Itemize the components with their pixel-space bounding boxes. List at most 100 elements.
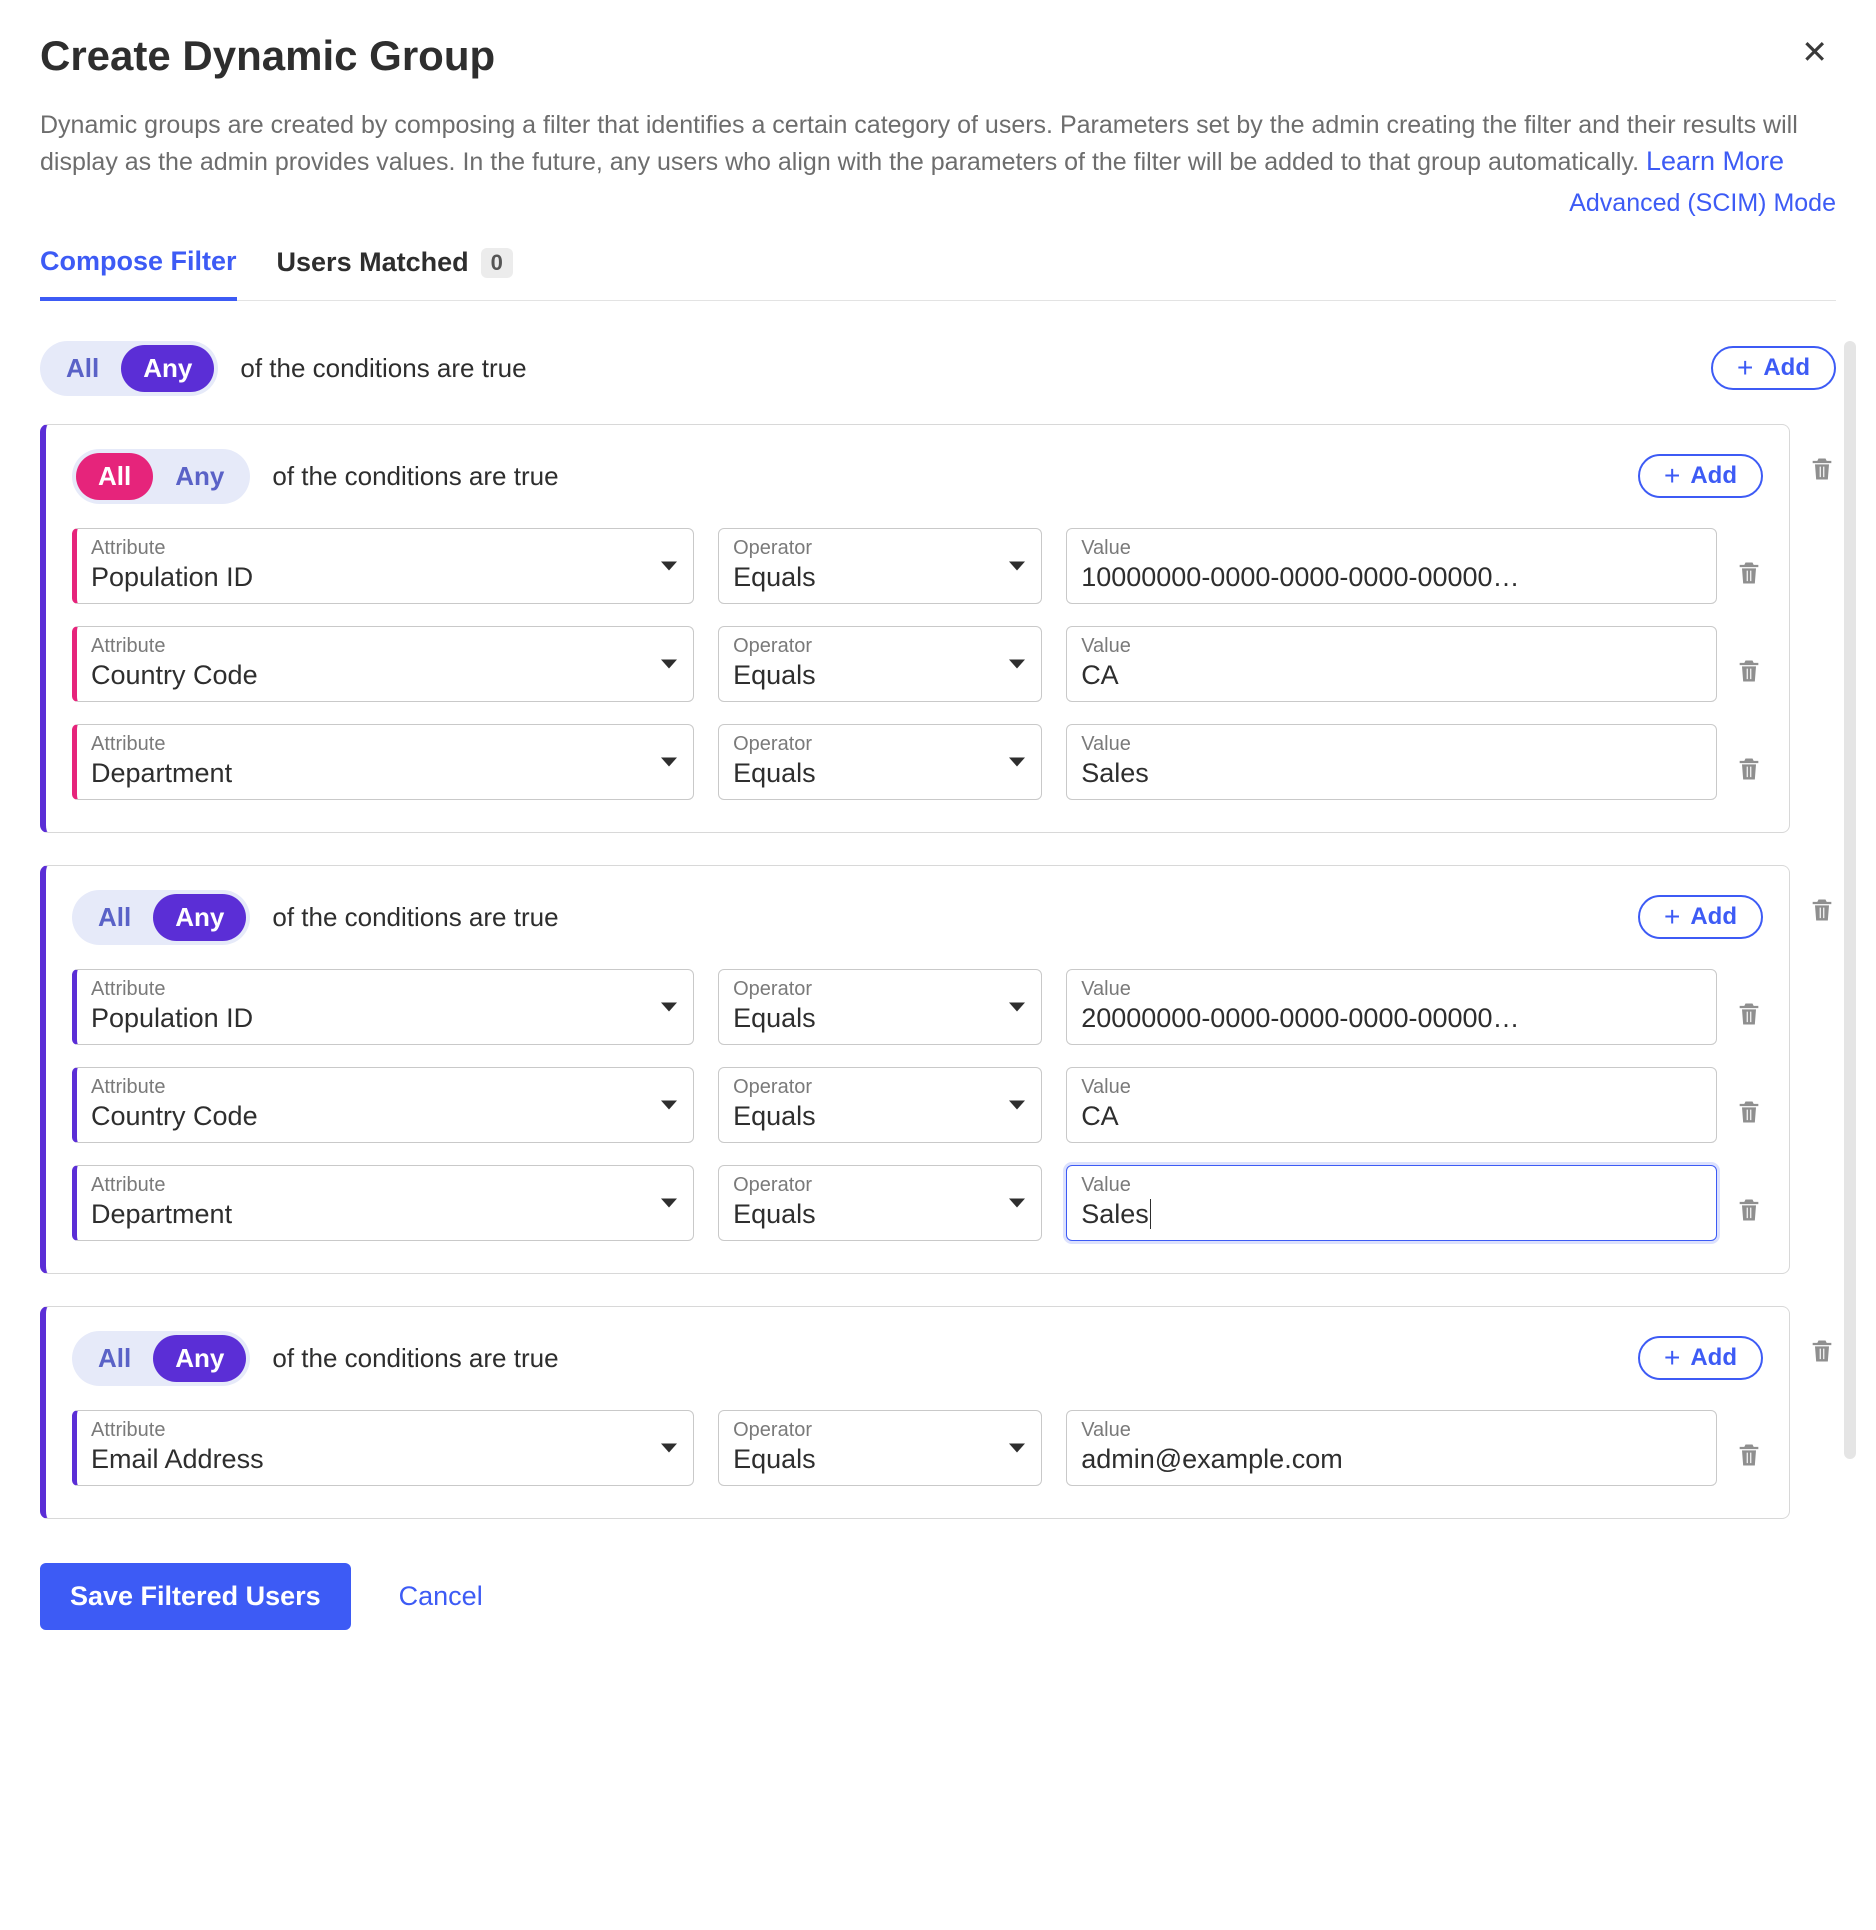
top-all-any-toggle[interactable]: All Any	[40, 341, 218, 396]
scrollbar[interactable]	[1844, 341, 1856, 1459]
group-all-any-toggle[interactable]: AllAny	[72, 449, 250, 504]
operator-select[interactable]: OperatorEquals	[718, 1067, 1042, 1143]
group-all-any-toggle[interactable]: AllAny	[72, 1331, 250, 1386]
field-label: Attribute	[91, 537, 679, 560]
attribute-value: Email Address	[91, 1444, 679, 1475]
operator-select[interactable]: OperatorEquals	[718, 626, 1042, 702]
attribute-value: Department	[91, 758, 679, 789]
attribute-select[interactable]: AttributeCountry Code	[72, 1067, 694, 1143]
field-label: Attribute	[91, 733, 679, 756]
attribute-select[interactable]: AttributePopulation ID	[72, 528, 694, 604]
field-label: Attribute	[91, 635, 679, 658]
attribute-select[interactable]: AttributeDepartment	[72, 724, 694, 800]
value-input[interactable]: Valueadmin@example.com	[1066, 1410, 1717, 1486]
field-label: Value	[1081, 733, 1702, 756]
dialog-description: Dynamic groups are created by composing …	[40, 108, 1836, 181]
tab-compose-filter[interactable]: Compose Filter	[40, 246, 237, 301]
conditions-text: of the conditions are true	[272, 461, 558, 492]
condition-row: AttributeCountry Code OperatorEquals Value…	[72, 626, 1763, 702]
top-toggle-any[interactable]: Any	[121, 345, 214, 392]
operator-value: Equals	[733, 758, 1027, 789]
value-text: CA	[1081, 660, 1702, 691]
field-label: Operator	[733, 1174, 1027, 1197]
advanced-scim-mode-link[interactable]: Advanced (SCIM) Mode	[1569, 189, 1836, 218]
group-toggle-any[interactable]: Any	[153, 1335, 246, 1382]
group-toggle-any[interactable]: Any	[153, 453, 246, 500]
delete-group-button[interactable]	[1808, 895, 1836, 925]
group-toggle-all[interactable]: All	[76, 894, 153, 941]
condition-row: AttributeDepartment OperatorEquals ValueSa…	[72, 724, 1763, 800]
value-input[interactable]: Value20000000-0000-0000-0000-00000…	[1066, 969, 1717, 1045]
delete-condition-button[interactable]	[1735, 1097, 1763, 1127]
conditions-text: of the conditions are true	[272, 1343, 558, 1374]
cancel-button[interactable]: Cancel	[399, 1581, 483, 1612]
chevron-down-icon	[1009, 1198, 1025, 1207]
tab-users-matched[interactable]: Users Matched 0	[277, 247, 513, 298]
close-icon[interactable]: ✕	[1793, 32, 1836, 72]
condition-row: AttributePopulation ID OperatorEquals Valu…	[72, 528, 1763, 604]
add-group-button[interactable]: + Add	[1711, 346, 1836, 390]
attribute-value: Country Code	[91, 660, 679, 691]
value-input[interactable]: ValueCA	[1066, 626, 1717, 702]
group-toggle-all[interactable]: All	[76, 453, 153, 500]
group-toggle-any[interactable]: Any	[153, 894, 246, 941]
value-input[interactable]: Value10000000-0000-0000-0000-00000…	[1066, 528, 1717, 604]
chevron-down-icon	[1009, 561, 1025, 570]
add-condition-button[interactable]: +Add	[1638, 895, 1763, 939]
chevron-down-icon	[1009, 1002, 1025, 1011]
delete-condition-button[interactable]	[1735, 558, 1763, 588]
operator-select[interactable]: OperatorEquals	[718, 724, 1042, 800]
attribute-value: Department	[91, 1199, 679, 1230]
group-all-any-toggle[interactable]: AllAny	[72, 890, 250, 945]
value-input[interactable]: ValueCA	[1066, 1067, 1717, 1143]
chevron-down-icon	[661, 561, 677, 570]
field-label: Operator	[733, 978, 1027, 1001]
delete-condition-button[interactable]	[1735, 1195, 1763, 1225]
delete-group-button[interactable]	[1808, 454, 1836, 484]
field-label: Attribute	[91, 1174, 679, 1197]
plus-icon: +	[1664, 462, 1680, 490]
value-text: Sales	[1081, 1199, 1702, 1230]
field-label: Operator	[733, 733, 1027, 756]
save-filtered-users-button[interactable]: Save Filtered Users	[40, 1563, 351, 1630]
attribute-select[interactable]: AttributePopulation ID	[72, 969, 694, 1045]
attribute-select[interactable]: AttributeEmail Address	[72, 1410, 694, 1486]
delete-group-button[interactable]	[1808, 1336, 1836, 1366]
operator-value: Equals	[733, 1199, 1027, 1230]
value-input[interactable]: ValueSales	[1066, 1165, 1717, 1241]
operator-select[interactable]: OperatorEquals	[718, 528, 1042, 604]
value-text: Sales	[1081, 758, 1702, 789]
condition-row: AttributeCountry Code OperatorEquals Value…	[72, 1067, 1763, 1143]
condition-row: AttributePopulation ID OperatorEquals Valu…	[72, 969, 1763, 1045]
delete-condition-button[interactable]	[1735, 999, 1763, 1029]
operator-value: Equals	[733, 660, 1027, 691]
operator-select[interactable]: OperatorEquals	[718, 969, 1042, 1045]
conditions-text: of the conditions are true	[272, 902, 558, 933]
operator-select[interactable]: OperatorEquals	[718, 1410, 1042, 1486]
chevron-down-icon	[1009, 659, 1025, 668]
condition-row: AttributeDepartment OperatorEquals ValueSa…	[72, 1165, 1763, 1241]
attribute-select[interactable]: AttributeDepartment	[72, 1165, 694, 1241]
learn-more-link[interactable]: Learn More	[1646, 146, 1784, 176]
value-text: admin@example.com	[1081, 1444, 1702, 1475]
delete-condition-button[interactable]	[1735, 754, 1763, 784]
chevron-down-icon	[661, 1002, 677, 1011]
attribute-value: Population ID	[91, 1003, 679, 1034]
field-label: Value	[1081, 635, 1702, 658]
operator-select[interactable]: OperatorEquals	[718, 1165, 1042, 1241]
value-input[interactable]: ValueSales	[1066, 724, 1717, 800]
conditions-text: of the conditions are true	[240, 353, 526, 384]
group-toggle-all[interactable]: All	[76, 1335, 153, 1382]
field-label: Operator	[733, 635, 1027, 658]
attribute-select[interactable]: AttributeCountry Code	[72, 626, 694, 702]
add-condition-button[interactable]: +Add	[1638, 454, 1763, 498]
delete-condition-button[interactable]	[1735, 656, 1763, 686]
add-condition-button[interactable]: +Add	[1638, 1336, 1763, 1380]
field-label: Attribute	[91, 1419, 679, 1442]
delete-condition-button[interactable]	[1735, 1440, 1763, 1470]
attribute-value: Population ID	[91, 562, 679, 593]
top-toggle-all[interactable]: All	[44, 345, 121, 392]
operator-value: Equals	[733, 562, 1027, 593]
condition-group: AllAny of the conditions are true +Add Attr…	[40, 1306, 1790, 1519]
chevron-down-icon	[1009, 1443, 1025, 1452]
